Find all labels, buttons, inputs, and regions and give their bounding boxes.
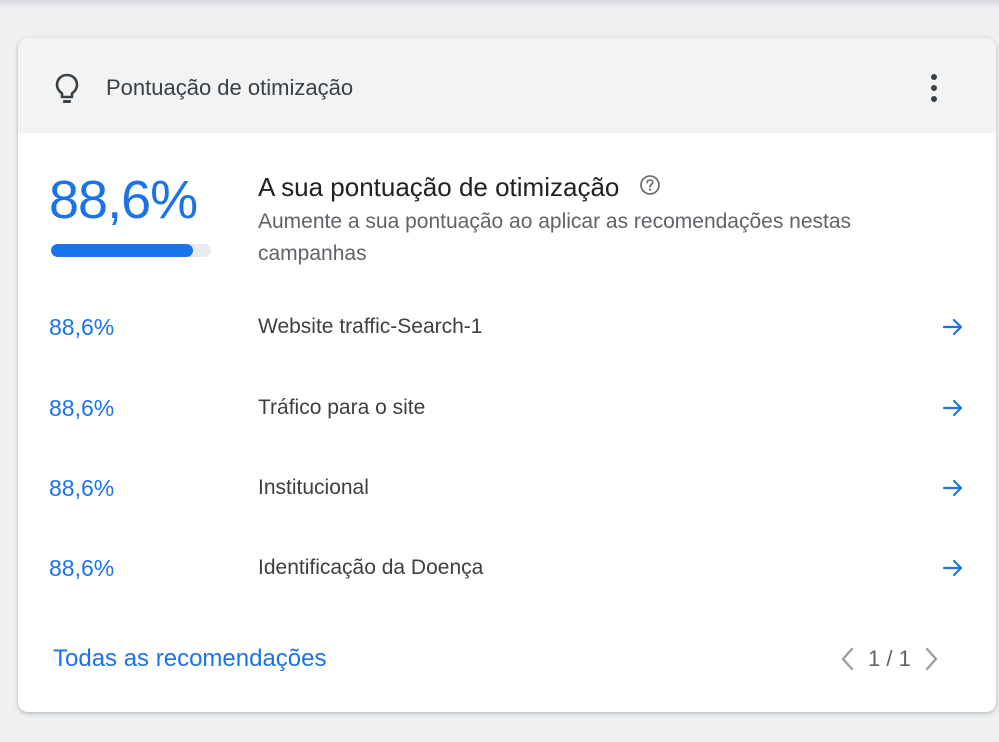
- pagination: 1 / 1: [836, 644, 943, 674]
- overall-score: 88,6%: [49, 170, 198, 230]
- menu-dot: [931, 96, 937, 102]
- arrow-right-icon[interactable]: [940, 555, 966, 581]
- campaign-row[interactable]: 88,6% Tráfico para o site: [18, 378, 996, 438]
- score-heading-text: A sua pontuação de otimização: [258, 172, 620, 202]
- card-title: Pontuação de otimização: [106, 75, 354, 100]
- campaign-score: 88,6%: [49, 395, 115, 421]
- score-description: Aumente a sua pontuação ao aplicar as re…: [258, 210, 852, 265]
- score-heading: A sua pontuação de otimização: [258, 170, 661, 204]
- arrow-right-icon[interactable]: [940, 395, 966, 421]
- chevron-right-icon[interactable]: [919, 644, 943, 674]
- campaign-row[interactable]: 88,6% Website traffic-Search-1: [18, 297, 996, 357]
- card-header: Pontuação de otimização: [18, 38, 996, 133]
- campaign-name: Tráfico para o site: [258, 396, 426, 419]
- all-recommendations-link[interactable]: Todas as recomendações: [53, 644, 327, 674]
- campaign-row[interactable]: 88,6% Identificação da Doença: [18, 538, 996, 598]
- menu-dot: [931, 85, 937, 91]
- chevron-left-icon[interactable]: [836, 644, 860, 674]
- help-icon[interactable]: [639, 174, 661, 196]
- more-vert-icon[interactable]: [918, 68, 950, 108]
- campaign-name: Identificação da Doença: [258, 556, 484, 579]
- top-shadow: [0, 0, 999, 8]
- arrow-right-icon[interactable]: [940, 475, 966, 501]
- campaign-row[interactable]: 88,6% Institucional: [18, 458, 996, 518]
- arrow-right-icon[interactable]: [940, 314, 966, 340]
- score-progress-fill: [51, 244, 193, 257]
- score-progress-bar: [51, 244, 211, 257]
- lightbulb-icon: [55, 73, 79, 103]
- campaign-name: Institucional: [258, 476, 369, 499]
- optimization-score-card: Pontuação de otimização 88,6% A sua pont…: [18, 38, 996, 712]
- campaign-score: 88,6%: [49, 555, 115, 581]
- campaign-score: 88,6%: [49, 314, 115, 340]
- page-indicator: 1 / 1: [868, 646, 911, 671]
- menu-dot: [931, 74, 937, 80]
- campaign-score: 88,6%: [49, 475, 115, 501]
- campaign-name: Website traffic-Search-1: [258, 315, 483, 338]
